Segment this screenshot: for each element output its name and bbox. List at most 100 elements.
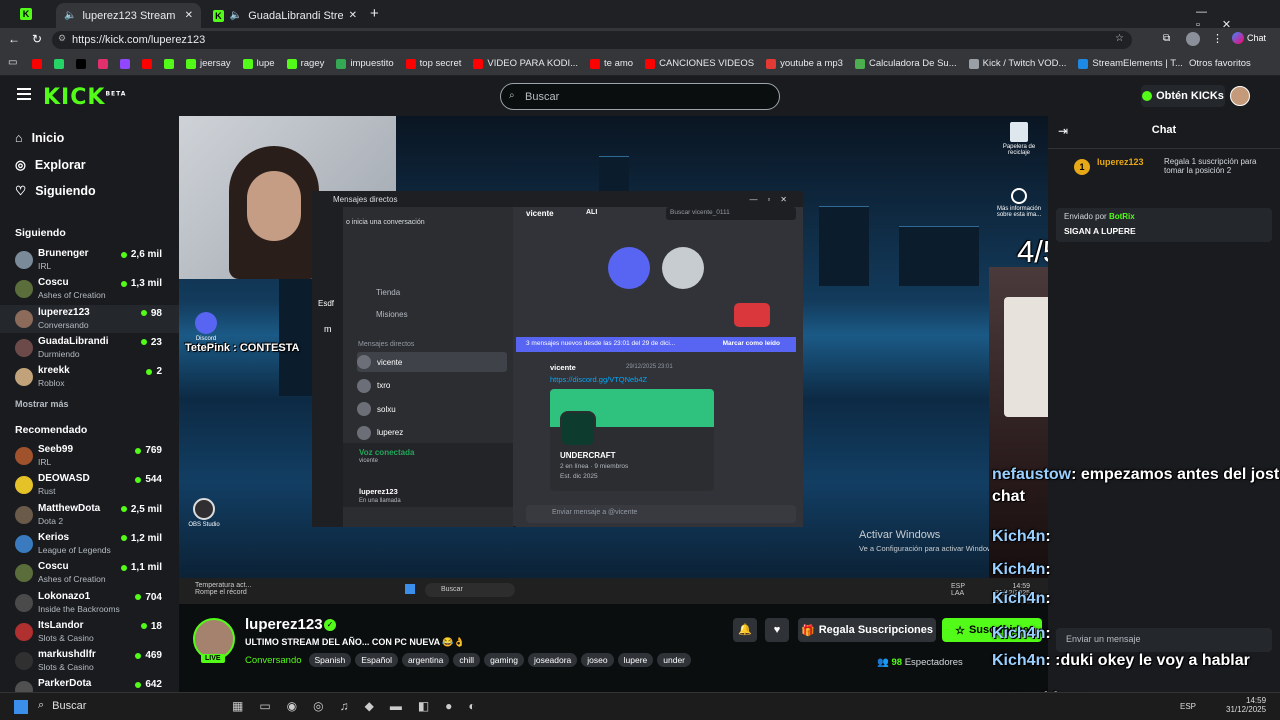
- gift-leaderboard[interactable]: 1 luperez123 Regala 1 suscripción para t…: [1048, 148, 1280, 203]
- tab-guadalibrandi[interactable]: K 🔈 GuadaLibrandi Stream - Watc ✕: [205, 3, 365, 28]
- bookmark-item[interactable]: CANCIONES VIDEOS: [645, 58, 754, 69]
- stream-category[interactable]: Conversando: [245, 655, 302, 666]
- bookmark-item[interactable]: Kick / Twitch VOD...: [968, 58, 1066, 69]
- extensions-icon[interactable]: ⧉: [1163, 33, 1170, 44]
- bookmark-favicon-icon: [242, 58, 253, 69]
- bookmark-item[interactable]: [32, 58, 42, 69]
- menu-icon[interactable]: ⋮: [1212, 32, 1223, 45]
- nav-following[interactable]: ♡ Siguiendo: [15, 183, 96, 199]
- other-favorites[interactable]: Otros favoritos: [1189, 58, 1251, 69]
- bookmark-favicon-icon: [186, 58, 196, 69]
- taskbar-apps[interactable]: ▦▭◉◎♫◆▬◧●◐: [232, 699, 492, 713]
- bookmark-item[interactable]: jeersay: [186, 58, 231, 69]
- bookmark-item[interactable]: [98, 58, 108, 69]
- bookmark-item[interactable]: [76, 58, 86, 69]
- tag-pill[interactable]: joseo: [581, 653, 614, 667]
- taskbar-lang[interactable]: ESP: [1180, 702, 1196, 711]
- discord-window-controls: —▫✕: [749, 195, 797, 204]
- channel-item[interactable]: Brunenger IRL 2,6 mil: [0, 246, 179, 274]
- channel-item[interactable]: Seeb99 IRL 769: [0, 442, 179, 470]
- tag-pill[interactable]: Spanish: [308, 653, 352, 667]
- new-tab-button[interactable]: +: [370, 5, 379, 22]
- tag-pill[interactable]: Español: [355, 653, 398, 667]
- tag-pill[interactable]: argentina: [401, 653, 450, 667]
- tag-pill[interactable]: chill: [453, 653, 481, 667]
- tab-luperez123[interactable]: 🔈 luperez123 Stream - Watch Li ✕: [56, 3, 201, 28]
- bookmark-item[interactable]: [120, 58, 130, 69]
- bookmark-item[interactable]: youtube a mp3: [766, 58, 843, 69]
- streamer-name[interactable]: luperez123: [245, 616, 323, 633]
- gift-subs-button[interactable]: 🎁 Regala Suscripciones: [798, 618, 936, 642]
- reload-icon[interactable]: ↻: [32, 32, 42, 46]
- stream-desktop-taskbar: Temperatura act... Rompe el récord Buscar…: [179, 578, 1048, 604]
- windows-start-icon[interactable]: [14, 700, 28, 714]
- close-icon[interactable]: ✕: [349, 10, 357, 21]
- tag-pill[interactable]: gaming: [484, 653, 524, 667]
- kick-logo[interactable]: KICKBETA: [43, 85, 126, 110]
- show-more-link[interactable]: Mostrar más: [15, 399, 69, 409]
- user-avatar[interactable]: [1230, 86, 1250, 106]
- url-field[interactable]: ⚙ https://kick.com/luperez123 ☆: [52, 31, 1132, 49]
- chat-copilot-button[interactable]: Chat: [1232, 32, 1266, 44]
- channel-item[interactable]: Lokonazo1 Inside the Backrooms 704: [0, 589, 179, 617]
- channel-item[interactable]: GuadaLibrandi Durmiendo 23: [0, 334, 179, 362]
- channel-item[interactable]: Coscu Ashes of Creation 1,3 mil: [0, 275, 179, 303]
- bookmark-item[interactable]: [142, 58, 152, 69]
- channel-avatar: [15, 564, 33, 583]
- channel-item[interactable]: Kerios League of Legends 1,2 mil: [0, 530, 179, 558]
- star-icon[interactable]: ☆: [1115, 33, 1124, 44]
- get-kicks-button[interactable]: Obtén KICKs: [1141, 85, 1225, 107]
- site-info-icon[interactable]: ⚙: [58, 33, 66, 44]
- channel-item[interactable]: DEOWASD Rust 544: [0, 471, 179, 499]
- close-icon[interactable]: ✕: [185, 10, 193, 21]
- bookmark-item[interactable]: StreamElements | T...: [1078, 58, 1183, 69]
- search-input[interactable]: ⌕ Buscar: [500, 83, 780, 110]
- bookmark-item[interactable]: top secret: [405, 58, 461, 69]
- tag-pill[interactable]: under: [657, 653, 692, 667]
- back-icon[interactable]: ←: [8, 32, 20, 46]
- verified-icon: ✓: [324, 619, 336, 631]
- bookmark-item[interactable]: [54, 58, 64, 69]
- channel-item[interactable]: luperez123 Conversando 98: [0, 304, 179, 333]
- bookmark-item[interactable]: lupe: [242, 58, 275, 69]
- video-player[interactable]: Papelera de reciclaje Más información so…: [179, 116, 1048, 604]
- bookmarks-folder-icon[interactable]: ▭: [8, 57, 17, 68]
- compass-icon: ◎: [15, 158, 26, 172]
- recycle-bin: Papelera de reciclaje: [999, 122, 1039, 156]
- live-dot-icon: [135, 681, 142, 688]
- channel-item[interactable]: kreekk Roblox 2: [0, 363, 179, 391]
- live-dot-icon: [146, 368, 153, 375]
- bookmark-favicon-icon: [164, 58, 174, 69]
- channel-item[interactable]: MatthewDota Dota 2 2,5 mil: [0, 501, 179, 529]
- channel-item[interactable]: ParkerDota 642: [0, 676, 179, 692]
- follow-heart-icon[interactable]: ♥: [765, 618, 789, 642]
- nav-home[interactable]: ⌂ Inicio: [15, 131, 64, 145]
- bookmark-item[interactable]: ragey: [286, 58, 324, 69]
- profile-avatar[interactable]: [1186, 32, 1200, 46]
- notification-bell-icon[interactable]: 🔔: [733, 618, 757, 642]
- bookmark-item[interactable]: VIDEO PARA KODI...: [473, 58, 578, 69]
- hamburger-menu-icon[interactable]: [17, 88, 31, 100]
- kick-header: KICKBETA ⌕ Buscar Obtén KICKs: [0, 76, 1280, 116]
- channel-viewers: 18: [140, 621, 162, 632]
- channel-name: Brunenger: [38, 248, 89, 259]
- bookmark-item[interactable]: Calculadora De Su...: [854, 58, 957, 69]
- bookmark-item[interactable]: [164, 58, 174, 69]
- discord-store: Tienda: [376, 288, 401, 297]
- taskbar-search[interactable]: ⌕ Buscar: [38, 699, 86, 712]
- nav-explore[interactable]: ◎ Explorar: [15, 157, 86, 173]
- dm-avatar: [357, 425, 371, 440]
- taskbar-clock[interactable]: 14:59 31/12/2025: [1226, 696, 1266, 714]
- pinned-message[interactable]: Enviado por BotRix SIGAN A LUPERE: [1056, 208, 1272, 242]
- channel-item[interactable]: ItsLandor Slots & Casino 18: [0, 618, 179, 646]
- bookmark-item[interactable]: impuestito: [336, 58, 394, 69]
- tag-pill[interactable]: joseadora: [527, 653, 578, 667]
- stream-meta: Conversando Spanish Español argentina chill…: [245, 653, 695, 667]
- bookmark-item[interactable]: te amo: [590, 58, 633, 69]
- overlay-chat-line: nefaustow: empezamos antes del jost chat: [992, 466, 1280, 505]
- channel-item[interactable]: markushdlfr Slots & Casino 469: [0, 647, 179, 675]
- windows-start-icon: [405, 584, 415, 594]
- tag-pill[interactable]: lupere: [617, 653, 654, 667]
- channel-category: IRL: [38, 457, 52, 467]
- channel-item[interactable]: Coscu Ashes of Creation 1,1 mil: [0, 559, 179, 587]
